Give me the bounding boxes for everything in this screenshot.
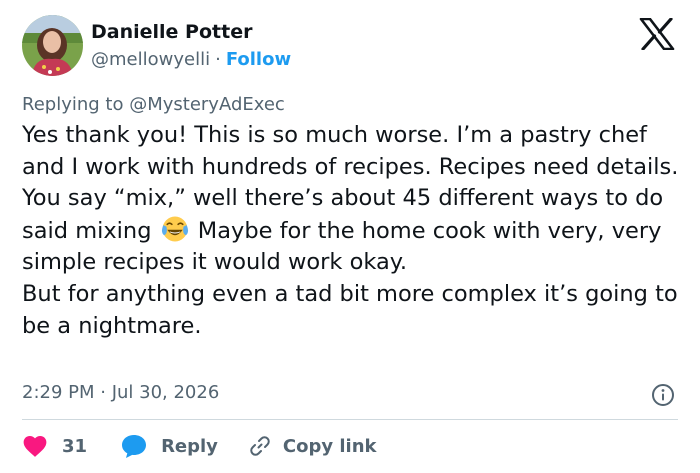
tweet-text: Yes thank you! This is so much worse. I’… [22, 120, 692, 342]
tweet-paragraph-1: Yes thank you! This is so much worse. I’… [22, 120, 692, 279]
copy-link-button[interactable]: Copy link [248, 434, 377, 458]
tweet-timestamp[interactable]: 2:29 PM · Jul 30, 2026 [22, 382, 219, 403]
reply-label: Reply [161, 435, 218, 457]
face-with-tears-of-joy-emoji [161, 216, 188, 242]
divider [22, 419, 678, 420]
author-handle-line: @mellowyelli · Follow [91, 49, 291, 70]
user-avatar-photo [22, 15, 83, 76]
like-button[interactable]: 31 [22, 434, 87, 458]
x-logo-icon[interactable] [639, 18, 675, 50]
reply-mention-link[interactable]: @MysteryAdExec [129, 94, 285, 115]
heart-icon [23, 436, 47, 457]
avatar[interactable] [22, 15, 83, 76]
author-name[interactable]: Danielle Potter [91, 21, 252, 43]
like-count: 31 [62, 435, 88, 457]
tweet-paragraph-2: But for anything even a tad bit more com… [22, 280, 678, 339]
separator-dot: · [215, 49, 221, 70]
reply-context: Replying to @MysteryAdExec [22, 94, 285, 115]
speech-bubble-icon [122, 435, 147, 458]
reply-button[interactable]: Reply [120, 433, 218, 459]
copy-link-label: Copy link [282, 435, 377, 457]
info-icon[interactable] [651, 383, 675, 407]
follow-button[interactable]: Follow [226, 49, 291, 70]
reply-context-prefix: Replying to [22, 94, 124, 115]
action-bar: 31 Reply Copy link [22, 431, 377, 461]
link-icon [250, 436, 270, 456]
author-handle[interactable]: @mellowyelli [91, 49, 210, 70]
